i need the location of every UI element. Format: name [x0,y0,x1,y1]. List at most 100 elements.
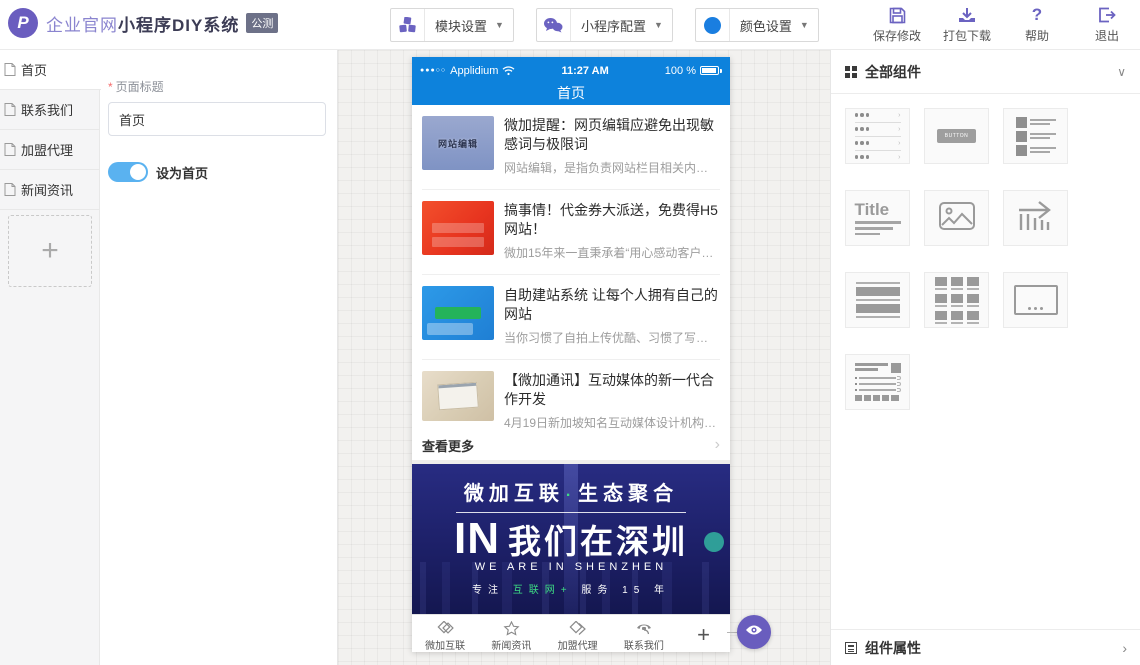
pages-sidebar: 首页 联系我们 加盟代理 新闻资讯 + [0,50,100,665]
component-tile-carousel[interactable] [1003,272,1068,328]
component-tile-title-text[interactable]: Title [845,190,910,246]
phone-nav-title: 首页 [412,84,730,105]
color-settings-dropdown[interactable]: 颜色设置 ▼ [695,8,819,42]
top-header: P 企业官网 小程序DIY系统 公测 模块设置 ▼ 小程序配置 ▼ [0,0,1140,50]
news-desc: 微加15年来一直秉承着“用心感动客户！”的... [504,244,720,261]
banner-divider [456,512,686,513]
color-circle-icon [696,9,730,41]
toggle-knob [130,164,146,180]
sidebar-item-label: 联系我们 [21,100,73,119]
save-label: 保存修改 [873,27,921,44]
page-icon [4,63,16,76]
exit-icon [1098,5,1116,25]
battery-percent: 100 % [665,65,696,77]
signal-icon: ●●●○○ [420,67,446,74]
component-tile-marquee[interactable] [1003,190,1068,246]
green-dot-icon: · [566,487,576,504]
sidebar-item-agent[interactable]: 加盟代理 [0,130,99,170]
preview-button[interactable] [737,615,771,649]
page-title-input[interactable] [108,102,326,136]
sidebar-item-news[interactable]: 新闻资讯 [0,170,99,210]
sidebar-item-home[interactable]: 首页 [0,50,101,90]
article-list-icon [855,363,901,401]
color-settings-label: 颜色设置 [730,16,800,35]
cubes-icon [391,9,425,41]
wechat-icon [537,9,571,41]
chevron-down-icon: ∨ [1117,65,1126,79]
component-tile-image[interactable] [924,190,989,246]
banner-module[interactable]: 微加互联·生态聚合 IN 我们在深圳 WE ARE IN SHENZHEN 专注… [412,464,730,614]
plus-icon: + [697,622,710,647]
sidebar-item-contact[interactable]: 联系我们 [0,90,99,130]
news-title: 【微加通讯】互动媒体的新一代合作开发 [504,371,720,409]
tab-weijia[interactable]: 微加互联 [412,618,478,652]
news-item[interactable]: 【微加通讯】互动媒体的新一代合作开发 4月19日新加坡知名互动媒体设计机构Pin… [412,360,730,430]
help-button[interactable]: ? 帮助 [1010,5,1064,44]
component-properties-label: 组件属性 [865,638,921,658]
toolbar: 模块设置 ▼ 小程序配置 ▼ 颜色设置 ▼ [390,8,819,42]
component-properties-bar[interactable]: 组件属性 › [831,629,1140,665]
beta-badge: 公测 [246,13,278,33]
add-page-button[interactable]: + [8,215,92,287]
view-more-link[interactable]: 查看更多 › [412,430,730,460]
component-tile-rows[interactable] [845,272,910,328]
news-item[interactable]: 自助建站系统 让每个人拥有自己的网站 当你习惯了自拍上传优酷、习惯了写点小... [412,275,730,360]
chevron-down-icon: ▼ [800,20,818,30]
news-item[interactable]: 网站编辑 微加提醒：网页编辑应避免出现敏感词与极限词 网站编辑，是指负责网站栏目… [412,105,730,190]
page-icon [4,143,16,156]
status-bar: ●●●○○ Applidium 11:27 AM 100 % [412,57,730,84]
download-button[interactable]: 打包下载 [940,5,994,44]
chevron-down-icon: ▼ [654,20,672,30]
teal-circle-decoration [704,532,724,552]
title-text-icon: Title [855,201,901,235]
news-desc: 4月19日新加坡知名互动媒体设计机构Pinh... [504,414,720,431]
miniprogram-config-label: 小程序配置 [571,16,654,35]
exit-label: 退出 [1095,27,1119,44]
component-tile-menu-list[interactable]: › › › › [845,108,910,164]
star-icon [503,621,520,636]
banner-cn-text: 我们在深圳 [508,515,688,563]
component-tile-grid-nav[interactable] [924,272,989,328]
banner-english-subtitle: WE ARE IN SHENZHEN [412,561,730,573]
tab-add-button[interactable]: + [677,622,730,648]
tab-news[interactable]: 新闻资讯 [478,618,544,652]
grid-nav-icon [935,277,979,324]
clock-label: 11:27 AM [505,65,664,77]
news-thumbnail: 网站编辑 [422,116,494,170]
news-item[interactable]: 搞事情！代金券大派送，免费得H5网站！ 微加15年来一直秉承着“用心感动客户！”… [412,190,730,275]
miniprogram-config-dropdown[interactable]: 小程序配置 ▼ [536,8,673,42]
help-label: 帮助 [1025,27,1049,44]
chevron-down-icon: ▼ [495,20,513,30]
app-root: P 企业官网 小程序DIY系统 公测 模块设置 ▼ 小程序配置 ▼ [0,0,1140,665]
eye-icon [745,623,763,641]
banner-tagline: 专注 互联网+ 服务 15 年 [412,581,730,596]
module-settings-dropdown[interactable]: 模块设置 ▼ [390,8,514,42]
download-icon [958,5,976,25]
grid-icon [845,66,857,78]
plus-icon: + [41,234,59,268]
components-title: 全部组件 [865,62,921,82]
news-title: 自助建站系统 让每个人拥有自己的网站 [504,286,720,324]
menu-list-icon: › › › › [855,109,901,164]
component-tile-image-text-list[interactable] [1003,108,1068,164]
module-settings-label: 模块设置 [425,16,495,35]
phone-tabbar: 微加互联 新闻资讯 加盟代理 [412,614,730,652]
component-tile-article-list[interactable] [845,354,910,410]
news-thumbnail [422,286,494,340]
tab-agent[interactable]: 加盟代理 [545,618,611,652]
save-button[interactable]: 保存修改 [870,5,924,44]
tab-contact[interactable]: 联系我们 [611,618,677,652]
tab-label: 联系我们 [624,637,664,652]
phone-header: ●●●○○ Applidium 11:27 AM 100 % 首页 [412,57,730,105]
sidebar-item-label: 首页 [21,60,47,79]
exit-button[interactable]: 退出 [1080,5,1134,44]
preview-connector [727,632,737,633]
rows-icon [856,279,900,321]
properties-icon [845,642,857,654]
banner-headline: 微加互联·生态聚合 [412,477,730,506]
set-home-toggle[interactable] [108,162,148,182]
required-mark: * [108,80,113,94]
components-header[interactable]: 全部组件 ∨ [831,50,1140,94]
component-tile-button[interactable]: BUTTON [924,108,989,164]
phone-icon [635,621,653,636]
